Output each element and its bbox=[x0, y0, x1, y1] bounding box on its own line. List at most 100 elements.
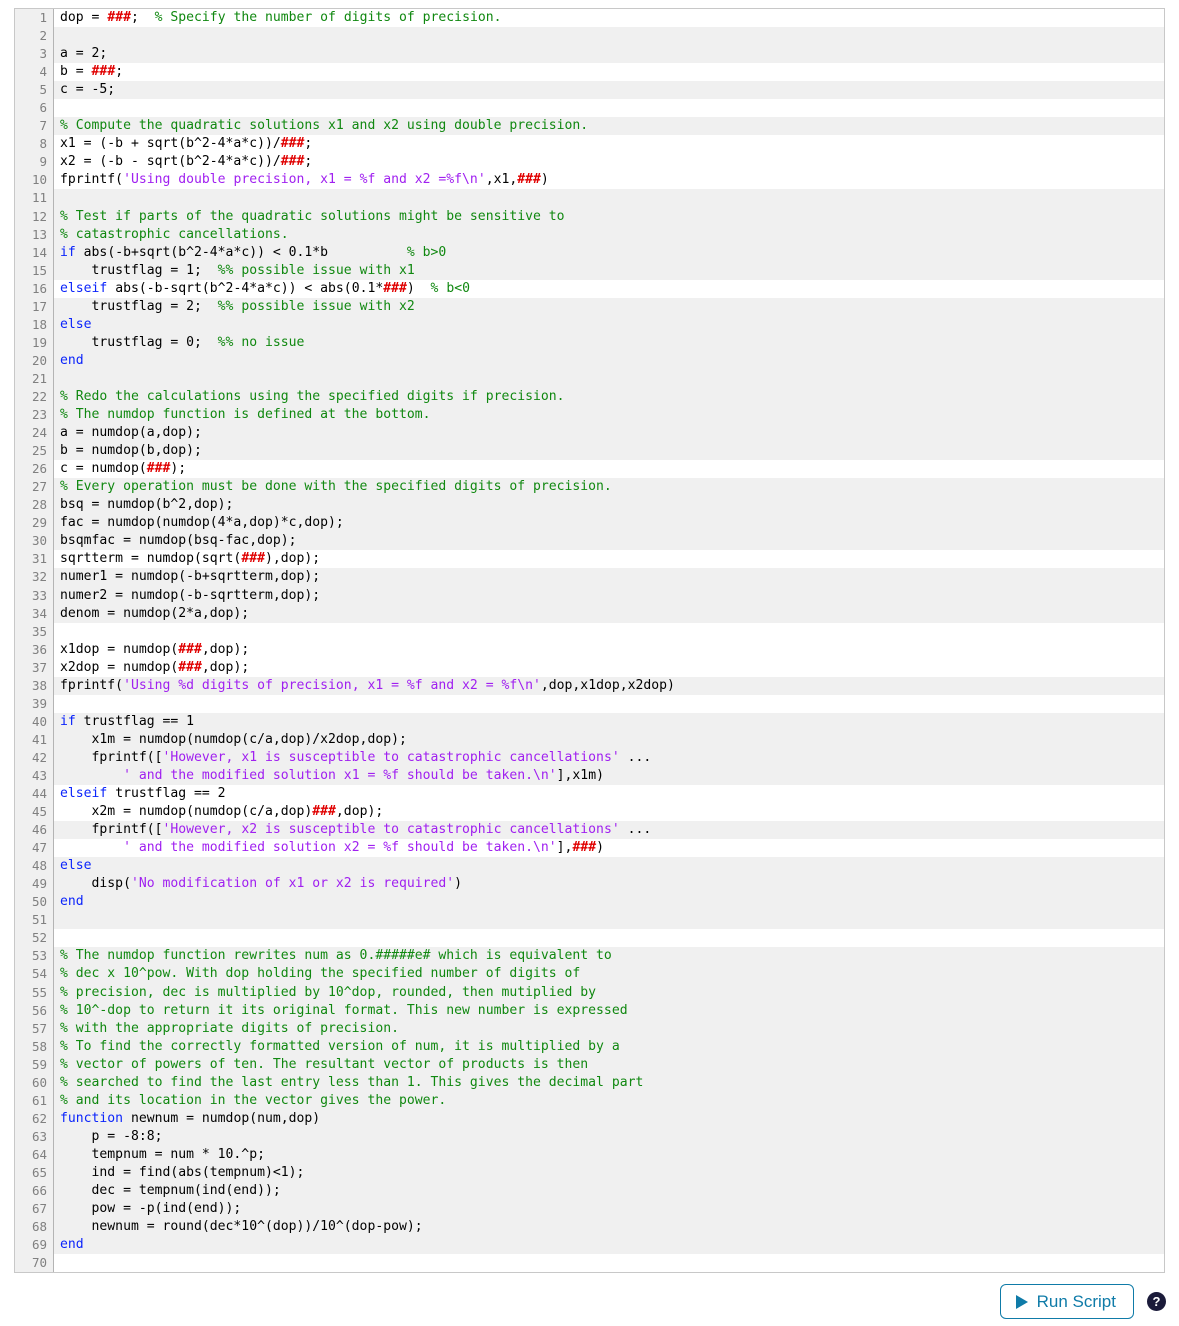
code-line-row[interactable]: 37 x2dop = numdop(###,dop); bbox=[15, 658, 1165, 677]
code-line-content[interactable]: ' and the modified solution x1 = %f shou… bbox=[54, 767, 1165, 785]
code-line-row[interactable]: 13 % catastrophic cancellations. bbox=[15, 225, 1165, 244]
code-line-row[interactable]: 38 fprintf('Using %d digits of precision,… bbox=[15, 676, 1165, 695]
code-line-row[interactable]: 40 if trustflag == 1 bbox=[15, 712, 1165, 731]
code-line-content[interactable]: if abs(-b+sqrt(b^2-4*a*c)) < 0.1*b % b>0 bbox=[54, 244, 1165, 262]
code-line-content[interactable]: if trustflag == 1 bbox=[54, 713, 1165, 731]
code-line-content[interactable]: numer1 = numdop(-b+sqrtterm,dop); bbox=[54, 568, 1165, 586]
code-line-content[interactable]: % To find the correctly formatted versio… bbox=[54, 1038, 1165, 1056]
code-line-row[interactable]: 4b = ###; bbox=[15, 63, 1164, 82]
code-line-content[interactable]: fprintf('Using double precision, x1 = %f… bbox=[54, 171, 1165, 189]
code-line-content[interactable]: elseif trustflag == 2 bbox=[54, 785, 1165, 803]
code-line-content[interactable]: end bbox=[54, 893, 1165, 911]
code-line-content[interactable]: disp('No modification of x1 or x2 is req… bbox=[54, 875, 1165, 893]
code-line-content[interactable]: % dec x 10^pow. With dop holding the spe… bbox=[54, 965, 1165, 983]
code-line-row[interactable]: 3 a = 2; bbox=[15, 45, 1164, 64]
code-line-row[interactable]: 51 bbox=[15, 911, 1165, 930]
code-line-row[interactable]: 31 sqrtterm = numdop(sqrt(###),dop); bbox=[15, 550, 1164, 569]
code-line-row[interactable]: 56 % 10^-dop to return it its original fo… bbox=[15, 1001, 1165, 1020]
code-line-content[interactable]: else bbox=[54, 316, 1165, 334]
code-line-content[interactable]: x2dop = numdop(###,dop); bbox=[54, 659, 1165, 677]
code-line-content[interactable]: % The numdop function rewrites num as 0.… bbox=[54, 947, 1165, 965]
code-line-row[interactable]: 7 % Compute the quadratic solutions x1 an… bbox=[15, 117, 1164, 136]
code-line-row[interactable]: 14 if abs(-b+sqrt(b^2-4*a*c)) < 0.1*b % b… bbox=[15, 243, 1165, 262]
code-line-content[interactable]: % 10^-dop to return it its original form… bbox=[54, 1002, 1165, 1020]
code-line-row[interactable]: 25 b = numdop(b,dop); bbox=[15, 442, 1165, 461]
code-line-row[interactable]: 43 ' and the modified solution x1 = %f s… bbox=[15, 766, 1165, 786]
code-line-content[interactable]: fprintf('Using %d digits of precision, x… bbox=[54, 677, 1165, 695]
code-line-content[interactable]: % and its location in the vector gives t… bbox=[54, 1092, 1165, 1110]
code-line-row[interactable]: 59 % vector of powers of ten. The resulta… bbox=[15, 1055, 1165, 1074]
code-line-row[interactable]: 20 end bbox=[15, 351, 1164, 370]
code-line-row[interactable]: 53 % The numdop function rewrites num as … bbox=[15, 947, 1165, 966]
code-line-row[interactable]: 42 fprintf(['However, x1 is susceptible … bbox=[15, 748, 1164, 767]
code-line-row[interactable]: 62 function newnum = numdop(num,dop) bbox=[15, 1109, 1165, 1128]
code-line-row[interactable]: 28 bsq = numdop(b^2,dop); bbox=[15, 496, 1164, 515]
code-line-row[interactable]: 45 x2m = numdop(numdop(c/a,dop)###,dop); bbox=[15, 803, 1165, 822]
code-line-row[interactable]: 2 bbox=[15, 27, 1165, 46]
code-line-content[interactable]: trustflag = 0; %% no issue bbox=[54, 334, 1165, 352]
code-line-row[interactable]: 11 bbox=[15, 189, 1165, 208]
code-line-content[interactable]: denom = numdop(2*a,dop); bbox=[54, 605, 1165, 623]
code-line-content[interactable] bbox=[54, 27, 1165, 45]
code-line-row[interactable]: 64 tempnum = num * 10.^p; bbox=[15, 1145, 1165, 1164]
code-line-row[interactable]: 24 a = numdop(a,dop); bbox=[15, 424, 1165, 443]
code-line-row[interactable]: 6 bbox=[15, 99, 1165, 118]
code-line-content[interactable]: x2m = numdop(numdop(c/a,dop)###,dop); bbox=[54, 803, 1165, 821]
code-line-row[interactable]: 44 elseif trustflag == 2 bbox=[15, 785, 1165, 804]
code-line-content[interactable]: else bbox=[54, 857, 1165, 875]
code-line-content[interactable]: trustflag = 2; %% possible issue with x2 bbox=[54, 298, 1165, 316]
code-line-row[interactable]: 68 newnum = round(dec*10^(dop))/10^(dop-… bbox=[15, 1218, 1165, 1237]
code-line-row[interactable]: 39 bbox=[15, 694, 1164, 713]
code-line-content[interactable]: a = numdop(a,dop); bbox=[54, 424, 1165, 442]
code-line-row[interactable]: 19 trustflag = 0; %% no issue bbox=[15, 333, 1165, 352]
code-line-content[interactable]: % Every operation must be done with the … bbox=[54, 478, 1165, 496]
code-line-content[interactable]: % searched to find the last entry less t… bbox=[54, 1074, 1165, 1092]
code-line-row[interactable]: 48 else bbox=[15, 857, 1165, 876]
code-line-content[interactable]: b = numdop(b,dop); bbox=[54, 442, 1165, 460]
code-line-content[interactable]: % catastrophic cancellations. bbox=[54, 226, 1165, 244]
code-line-row[interactable]: 36 x1dop = numdop(###,dop); bbox=[15, 640, 1165, 659]
code-line-row[interactable]: 55 % precision, dec is multiplied by 10^d… bbox=[15, 983, 1164, 1002]
code-line-row[interactable]: 41 x1m = numdop(numdop(c/a,dop)/x2dop,do… bbox=[15, 730, 1165, 749]
code-line-content[interactable]: c = numdop(###); bbox=[54, 460, 1165, 478]
run-script-button[interactable]: Run Script bbox=[999, 1284, 1134, 1319]
code-editor-panel[interactable]: 1 dop = ###; % Specify the number of digi… bbox=[14, 8, 1165, 1273]
code-line-content[interactable]: function newnum = numdop(num,dop) bbox=[54, 1110, 1165, 1128]
code-line-content[interactable]: % vector of powers of ten. The resultant… bbox=[54, 1056, 1165, 1074]
code-line-content[interactable]: trustflag = 1; %% possible issue with x1 bbox=[54, 262, 1165, 280]
code-line-content[interactable]: dop = ###; % Specify the number of digit… bbox=[54, 9, 1165, 27]
code-line-content[interactable]: numer2 = numdop(-b-sqrtterm,dop); bbox=[54, 587, 1165, 605]
code-line-row[interactable]: 29 fac = numdop(numdop(4*a,dop)*c,dop); bbox=[15, 514, 1165, 533]
code-line-content[interactable]: % The numdop function is defined at the … bbox=[54, 406, 1165, 424]
code-line-content[interactable]: newnum = round(dec*10^(dop))/10^(dop-pow… bbox=[54, 1218, 1165, 1236]
code-line-row[interactable]: 46 fprintf(['However, x2 is susceptible … bbox=[15, 821, 1164, 840]
code-line-row[interactable]: 63 p = -8:8; bbox=[15, 1127, 1164, 1146]
code-line-content[interactable]: x1m = numdop(numdop(c/a,dop)/x2dop,dop); bbox=[54, 731, 1165, 749]
code-line-row[interactable]: 10 fprintf('Using double precision, x1 = … bbox=[15, 171, 1165, 190]
code-line-content[interactable] bbox=[54, 370, 1165, 388]
code-line-row[interactable]: 27 % Every operation must be done with th… bbox=[15, 478, 1165, 497]
code-line-row[interactable]: 23 % The numdop function is defined at th… bbox=[15, 406, 1165, 425]
code-line-content[interactable]: c = -5; bbox=[54, 81, 1165, 99]
code-line-row[interactable]: 58 % To find the correctly formatted vers… bbox=[15, 1037, 1165, 1056]
code-line-content[interactable]: bsqmfac = numdop(bsq-fac,dop); bbox=[54, 532, 1165, 550]
code-line-row[interactable]: 33 numer2 = numdop(-b-sqrtterm,dop); bbox=[15, 586, 1165, 605]
code-line-content[interactable] bbox=[54, 189, 1165, 207]
code-line-row[interactable]: 26 c = numdop(###); bbox=[15, 460, 1165, 479]
code-line-content[interactable] bbox=[54, 1254, 1165, 1272]
code-line-row[interactable]: 65 ind = find(abs(tempnum)<1); bbox=[15, 1164, 1164, 1183]
code-line-content[interactable]: x1dop = numdop(###,dop); bbox=[54, 641, 1165, 659]
code-line-row[interactable]: 21 bbox=[15, 369, 1165, 388]
code-line-row[interactable]: 57 % with the appropriate digits of preci… bbox=[15, 1019, 1164, 1038]
code-line-content[interactable]: ' and the modified solution x2 = %f shou… bbox=[54, 839, 1165, 857]
code-line-row[interactable]: 66 dec = tempnum(ind(end)); bbox=[15, 1182, 1164, 1201]
code-line-content[interactable]: % Redo the calculations using the specif… bbox=[54, 388, 1165, 406]
code-line-content[interactable]: fac = numdop(numdop(4*a,dop)*c,dop); bbox=[54, 514, 1165, 532]
code-line-content[interactable] bbox=[54, 623, 1165, 641]
code-line-row[interactable]: 5 c = -5; bbox=[15, 81, 1165, 100]
code-line-content[interactable] bbox=[54, 99, 1165, 117]
code-line-content[interactable] bbox=[54, 911, 1165, 929]
code-line-row[interactable]: 30 bsqmfac = numdop(bsq-fac,dop); bbox=[15, 532, 1165, 551]
code-line-content[interactable]: tempnum = num * 10.^p; bbox=[54, 1146, 1165, 1164]
code-line-row[interactable]: 69 end bbox=[15, 1236, 1164, 1255]
